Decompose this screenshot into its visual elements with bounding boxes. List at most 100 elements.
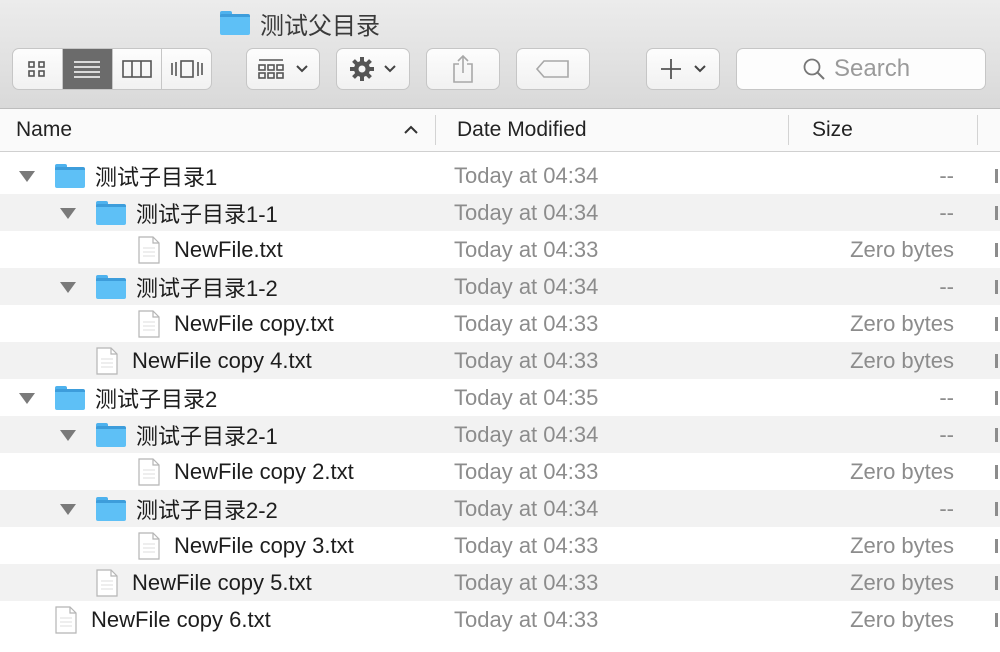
folder-icon [55, 385, 85, 410]
file-row[interactable]: NewFile copy 2.txt Today at 04:33 Zero byt… [0, 453, 1000, 490]
folder-icon [55, 163, 85, 188]
window-title-text: 测试父目录 [260, 12, 380, 40]
column-header-size[interactable]: Size [812, 109, 972, 151]
folder-icon [96, 496, 126, 521]
date-modified-cell: Today at 04:34 [454, 273, 599, 299]
icon-view-icon [28, 61, 46, 77]
size-cell: Zero bytes [850, 458, 954, 484]
column-header-date[interactable]: Date Modified [457, 109, 777, 151]
kind-cell-truncated [995, 280, 998, 294]
folder-row[interactable]: 测试子目录1-1 Today at 04:34 -- [0, 194, 1000, 231]
folder-row[interactable]: 测试子目录2-2 Today at 04:34 -- [0, 490, 1000, 527]
item-name: NewFile copy.txt [174, 310, 334, 336]
item-name: NewFile copy 4.txt [132, 347, 312, 373]
kind-cell-truncated [995, 613, 998, 627]
item-name: 测试子目录1-2 [136, 275, 278, 301]
file-row[interactable]: NewFile copy.txt Today at 04:33 Zero bytes [0, 305, 1000, 342]
list-view-icon [74, 61, 101, 78]
disclosure-triangle-icon[interactable] [18, 157, 36, 194]
date-modified-cell: Today at 04:34 [454, 421, 599, 447]
disclosure-triangle-icon[interactable] [18, 379, 36, 416]
column-view-button[interactable] [113, 49, 163, 89]
disclosure-triangle-icon[interactable] [59, 194, 77, 231]
disclosure-triangle-icon[interactable] [59, 490, 77, 527]
column-header-name[interactable]: Name [16, 109, 426, 151]
name-cell: NewFile copy 3.txt [138, 527, 354, 564]
name-cell: NewFile copy 4.txt [96, 342, 312, 379]
cover-flow-view-button[interactable] [162, 49, 211, 89]
name-cell: 测试子目录1 [55, 157, 217, 194]
folder-icon [96, 422, 126, 447]
column-header-size-label: Size [812, 118, 853, 141]
window-toolbar: 测试父目录 [0, 0, 1000, 109]
share-icon [453, 54, 473, 83]
size-cell: Zero bytes [850, 236, 954, 262]
folder-row[interactable]: 测试子目录2 Today at 04:35 -- [0, 379, 1000, 416]
date-modified-cell: Today at 04:33 [454, 606, 599, 632]
date-modified-cell: Today at 04:34 [454, 162, 599, 188]
folder-row[interactable]: 测试子目录1-2 Today at 04:34 -- [0, 268, 1000, 305]
size-cell: -- [939, 273, 954, 299]
file-row[interactable]: NewFile.txt Today at 04:33 Zero bytes [0, 231, 1000, 268]
column-view-icon [122, 60, 152, 78]
kind-cell-truncated [995, 206, 998, 220]
item-name: NewFile copy 6.txt [91, 606, 271, 632]
disclosure-triangle-icon[interactable] [59, 268, 77, 305]
item-name: NewFile copy 3.txt [174, 532, 354, 558]
column-header-date-label: Date Modified [457, 118, 587, 141]
file-row[interactable]: NewFile copy 4.txt Today at 04:33 Zero byt… [0, 342, 1000, 379]
search-input[interactable] [834, 55, 920, 83]
folder-row[interactable]: 测试子目录1 Today at 04:34 -- [0, 157, 1000, 194]
plus-icon [661, 59, 681, 79]
tags-button[interactable] [516, 48, 590, 90]
column-divider[interactable] [977, 115, 978, 145]
action-button[interactable] [336, 48, 410, 90]
name-cell: NewFile copy 5.txt [96, 564, 312, 601]
search-field[interactable] [736, 48, 986, 90]
cover-flow-icon [170, 60, 203, 78]
text-document-icon [96, 568, 118, 597]
size-cell: Zero bytes [850, 569, 954, 595]
arrange-button[interactable] [246, 48, 320, 90]
date-modified-cell: Today at 04:33 [454, 532, 599, 558]
disclosure-triangle-icon[interactable] [59, 416, 77, 453]
text-document-icon [138, 531, 160, 560]
text-document-icon [55, 605, 77, 634]
search-icon [803, 58, 825, 80]
list-view-button[interactable] [62, 49, 113, 89]
size-cell: Zero bytes [850, 310, 954, 336]
kind-cell-truncated [995, 539, 998, 553]
item-name: 测试子目录2-2 [136, 497, 278, 523]
item-name: NewFile.txt [174, 236, 283, 262]
share-button[interactable] [426, 48, 500, 90]
tag-icon [535, 60, 569, 78]
text-document-icon [138, 235, 160, 264]
folder-icon [96, 274, 126, 299]
folder-row[interactable]: 测试子目录2-1 Today at 04:34 -- [0, 416, 1000, 453]
chevron-down-icon [296, 65, 308, 73]
size-cell: Zero bytes [850, 532, 954, 558]
size-cell: Zero bytes [850, 606, 954, 632]
size-cell: -- [939, 162, 954, 188]
item-name: 测试子目录2 [95, 386, 218, 412]
date-modified-cell: Today at 04:34 [454, 199, 599, 225]
column-divider[interactable] [788, 115, 789, 145]
column-header-name-label: Name [16, 118, 73, 141]
icon-view-button[interactable] [13, 49, 63, 89]
size-cell: -- [939, 384, 954, 410]
text-document-icon [96, 346, 118, 375]
kind-cell-truncated [995, 169, 998, 183]
name-cell: 测试子目录2-2 [96, 490, 278, 527]
kind-cell-truncated [995, 502, 998, 516]
folder-icon [220, 11, 250, 35]
date-modified-cell: Today at 04:33 [454, 458, 599, 484]
file-row[interactable]: NewFile copy 5.txt Today at 04:33 Zero byt… [0, 564, 1000, 601]
name-cell: 测试子目录2 [55, 379, 217, 416]
column-divider[interactable] [435, 115, 436, 145]
new-button[interactable] [646, 48, 720, 90]
date-modified-cell: Today at 04:33 [454, 569, 599, 595]
folder-icon [96, 200, 126, 225]
file-row[interactable]: NewFile copy 6.txt Today at 04:33 Zero byt… [0, 601, 1000, 638]
file-row[interactable]: NewFile copy 3.txt Today at 04:33 Zero byt… [0, 527, 1000, 564]
kind-cell-truncated [995, 428, 998, 442]
